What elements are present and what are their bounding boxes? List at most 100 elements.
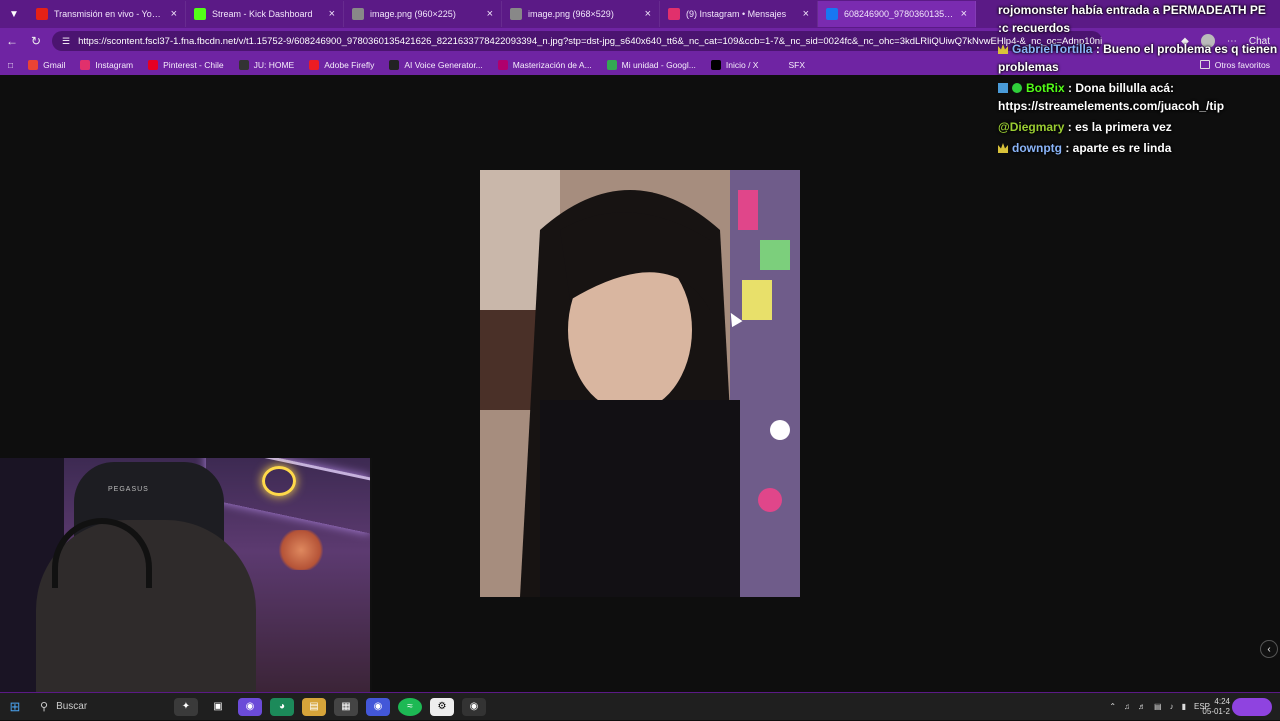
chat-username: downptg [1012, 141, 1062, 155]
adobe-icon [309, 59, 320, 70]
tabs: Transmisión en vivo - YouTube St...×Stre… [28, 1, 976, 27]
windows-start-icon[interactable]: ⊞ [0, 699, 30, 715]
tab-title: Stream - Kick Dashboard [212, 9, 313, 19]
bookmark-item[interactable]: Mi unidad - Googl... [606, 59, 696, 70]
microphone-icon[interactable]: ♫ [1124, 702, 1130, 711]
bookmark-label: Pinterest - Chile [163, 59, 224, 70]
webcam-overlay: PEGASUS [0, 458, 372, 692]
taskbar: ⊞ ⚲ Buscar ✦ ▣ ◉ ◕ ▤ ▦ ◉ ≈ ⚙ ◉ ⌃ ♫ ♬ ▤ ♪… [0, 692, 1280, 720]
chat-message: downptg : aparte es re linda [996, 138, 1280, 159]
globe-icon [510, 8, 522, 20]
bookmark-label: Adobe Firefly [324, 59, 375, 70]
tab-close-icon[interactable]: × [803, 8, 809, 20]
bookmark-label: Masterización de A... [512, 59, 592, 70]
tab-close-icon[interactable]: × [487, 8, 493, 20]
crown-badge-icon [998, 44, 1008, 54]
chat-username: @Diegmary [998, 120, 1065, 134]
viewed-image [480, 170, 800, 597]
tab-list-chevron-icon[interactable]: ▼ [0, 0, 28, 28]
tab-close-icon[interactable]: × [329, 8, 335, 20]
bookmark-label: SFX [788, 59, 805, 70]
tab-close-icon[interactable]: × [171, 8, 177, 20]
battery-icon[interactable]: ▮ [1182, 702, 1186, 711]
tab-1[interactable]: Stream - Kick Dashboard × [186, 1, 344, 27]
stream-chat-overlay: rojomonster había entrada a PERMADEATH P… [996, 0, 1280, 160]
chat-message: rojomonster había entrada a PERMADEATH P… [996, 0, 1280, 39]
bookmark-label: JU: HOME [253, 59, 295, 70]
kick-icon [194, 8, 206, 20]
copilot-sparkle-icon[interactable]: ✦ [174, 697, 198, 716]
obs-app-icon[interactable]: ⚙ [430, 697, 454, 716]
chat-text: : aparte es re linda [1065, 141, 1172, 155]
ai-voice-icon [389, 59, 400, 70]
chat-message: GabrielTortilla : Bueno el problema es q… [996, 39, 1280, 78]
taskbar-search[interactable]: ⚲ Buscar [30, 693, 170, 721]
network-icon[interactable]: ▤ [1154, 702, 1162, 711]
chat-message: BotRix : Dona billulla acá: https://stre… [996, 78, 1280, 117]
clock-time: 4:24 [1214, 697, 1230, 706]
instagram-icon [668, 8, 680, 20]
tab-3[interactable]: image.png (968×529) × [502, 1, 660, 27]
site-info-icon[interactable]: ☰ [62, 36, 70, 47]
clock[interactable]: 4:24 05-01-2 [1202, 693, 1230, 721]
notion-icon [238, 59, 249, 70]
task-view-icon[interactable]: ▣ [206, 698, 230, 716]
search-placeholder: Buscar [56, 701, 88, 712]
chat-text: : es la primera vez [1067, 120, 1172, 134]
gmail-icon [28, 59, 39, 70]
tab-title: Transmisión en vivo - YouTube St... [54, 9, 165, 19]
tab-title: image.png (968×529) [528, 9, 614, 19]
bookmark-label: Inicio / X [725, 59, 759, 70]
volume-icon[interactable]: ♪ [1170, 702, 1174, 711]
notification-widget[interactable] [1232, 698, 1272, 716]
tab-close-icon[interactable]: × [645, 8, 651, 20]
bookmark-item[interactable]: Adobe Firefly [309, 59, 375, 70]
bookmark-item[interactable]: Gmail [28, 59, 66, 70]
instagram-icon [80, 59, 91, 70]
bookmark-label: Instagram [95, 59, 134, 70]
speaker-icon[interactable]: ♬ [1138, 702, 1146, 711]
tray-overflow-icon[interactable]: ⌃ [1109, 702, 1116, 711]
tab-close-icon[interactable]: × [961, 8, 967, 20]
url-field[interactable]: ☰ https://scontent.fscl37-1.fna.fbcdn.ne… [52, 31, 1102, 51]
spotify-icon[interactable]: ≈ [398, 697, 422, 716]
tab-title: image.png (960×225) [370, 9, 456, 19]
file-explorer-icon[interactable]: ▤ [302, 697, 326, 716]
tab-2[interactable]: image.png (960×225) × [344, 1, 502, 27]
drive-icon [606, 59, 617, 70]
youtube-icon [36, 8, 48, 20]
bookmark-item[interactable]: Masterización de A... [497, 59, 592, 70]
bookmark-item[interactable]: Inicio / X [710, 59, 759, 70]
search-icon: ⚲ [40, 701, 49, 713]
bot-badge-icon [998, 83, 1008, 93]
tab-4[interactable]: (9) Instagram • Mensajes × [660, 1, 818, 27]
edge-icon[interactable]: ◕ [270, 697, 294, 716]
bookmark-label: AI Voice Generator... [404, 59, 483, 70]
reading-list-icon[interactable]: □ [8, 60, 13, 70]
globe-icon [352, 8, 364, 20]
bookmark-label: Gmail [43, 59, 66, 70]
url-text: https://scontent.fscl37-1.fna.fbcdn.net/… [78, 35, 1102, 47]
bookmark-item[interactable]: Pinterest - Chile [148, 59, 224, 70]
discord-icon[interactable]: ◉ [366, 697, 390, 716]
bookmark-item[interactable]: AI Voice Generator... [389, 59, 483, 70]
bookmark-list: Gmail Instagram Pinterest - Chile JU: HOME A… [28, 59, 820, 70]
copilot-icon[interactable]: ◉ [238, 697, 262, 716]
tab-0[interactable]: Transmisión en vivo - YouTube St... × [28, 1, 186, 27]
facebook-icon [826, 8, 838, 20]
bookmark-item[interactable]: Instagram [80, 59, 134, 70]
master-icon [497, 59, 508, 70]
photo-placeholder [480, 170, 800, 597]
reload-icon[interactable]: ↻ [24, 34, 48, 48]
crown-badge-icon [998, 143, 1008, 153]
side-panel-toggle-icon[interactable]: ‹ [1260, 640, 1278, 658]
chrome-icon[interactable]: ◉ [462, 697, 486, 716]
back-icon[interactable]: ← [0, 34, 24, 48]
bookmark-item[interactable]: JU: HOME [238, 59, 295, 70]
chat-username: GabrielTortilla [1012, 42, 1093, 56]
bookmark-item[interactable]: SFX [773, 59, 805, 70]
tab-5[interactable]: 608246900_9780360135421626_8... × [818, 1, 976, 27]
chat-message: @Diegmary : es la primera vez [996, 117, 1280, 138]
bookmark-label: Mi unidad - Googl... [621, 59, 696, 70]
store-icon[interactable]: ▦ [334, 697, 358, 716]
